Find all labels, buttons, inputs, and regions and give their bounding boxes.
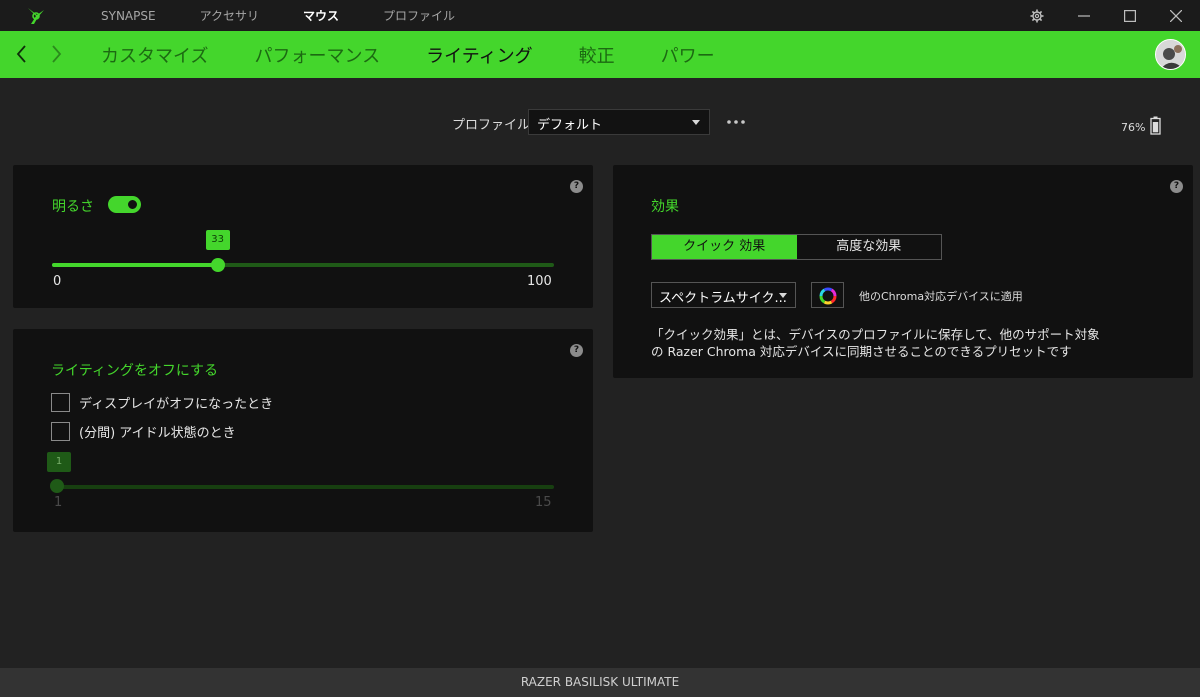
idle-option[interactable]: (分間) アイドル状態のとき bbox=[51, 421, 236, 441]
chevron-down-icon bbox=[692, 120, 700, 125]
brightness-slider-fill bbox=[52, 263, 218, 267]
profile-selected-value: デフォルト bbox=[537, 118, 603, 133]
brightness-panel: 明るさ ? 33 0 100 bbox=[13, 165, 593, 308]
topnav-synapse[interactable]: SYNAPSE bbox=[101, 9, 156, 23]
topnav-profiles[interactable]: プロファイル bbox=[383, 7, 455, 24]
razer-logo-icon[interactable] bbox=[24, 5, 48, 27]
topnav-accessories[interactable]: アクセサリ bbox=[200, 7, 259, 24]
profile-dropdown[interactable]: デフォルト bbox=[528, 109, 710, 135]
tab-customize[interactable]: カスタマイズ bbox=[101, 42, 208, 68]
back-arrow-icon[interactable] bbox=[14, 43, 28, 65]
brightness-slider-thumb[interactable] bbox=[210, 258, 225, 272]
maximize-button[interactable] bbox=[1107, 0, 1153, 31]
subnav-tabs: カスタマイズ パフォーマンス ライティング 較正 パワー bbox=[101, 31, 761, 78]
idle-slider-thumb[interactable] bbox=[50, 479, 64, 493]
effect-selected-value: スペクトラムサイク... bbox=[659, 291, 787, 306]
chroma-apply-button[interactable] bbox=[811, 282, 844, 308]
idle-min-label: 1 bbox=[54, 495, 63, 510]
profile-label: プロファイル bbox=[452, 118, 531, 133]
help-icon[interactable]: ? bbox=[570, 344, 583, 357]
brightness-max-label: 100 bbox=[527, 274, 552, 289]
tab-lighting[interactable]: ライティング bbox=[426, 42, 533, 68]
advanced-effects-tab[interactable]: 高度な効果 bbox=[796, 235, 941, 259]
brightness-title: 明るさ bbox=[52, 199, 94, 215]
display-off-label: ディスプレイがオフになったとき bbox=[79, 396, 274, 412]
maximize-icon bbox=[1124, 9, 1136, 22]
help-icon[interactable]: ? bbox=[570, 180, 583, 193]
sub-nav: カスタマイズ パフォーマンス ライティング 較正 パワー bbox=[0, 31, 1200, 78]
tab-performance[interactable]: パフォーマンス bbox=[254, 42, 380, 68]
brightness-toggle[interactable] bbox=[108, 196, 141, 213]
device-footer: RAZER BASILISK ULTIMATE bbox=[0, 668, 1200, 697]
settings-button[interactable] bbox=[1014, 0, 1060, 31]
toggle-knob bbox=[126, 198, 139, 211]
battery-percent: 76% bbox=[1121, 121, 1146, 134]
quick-effects-description: 「クイック効果」とは、デバイスのプロファイルに保存して、他のサポート対象の Ra… bbox=[651, 327, 1100, 359]
effect-dropdown[interactable]: スペクトラムサイク... bbox=[651, 282, 796, 308]
gear-icon bbox=[1030, 9, 1044, 22]
lighting-off-title: ライティングをオフにする bbox=[51, 363, 219, 379]
idle-slider-track[interactable] bbox=[52, 485, 554, 489]
effect-type-switch: クイック 効果 高度な効果 bbox=[651, 234, 942, 260]
close-button[interactable] bbox=[1153, 0, 1199, 31]
topnav-mouse[interactable]: マウス bbox=[303, 7, 339, 24]
help-icon[interactable]: ? bbox=[1170, 180, 1183, 193]
idle-value-bubble: 1 bbox=[47, 452, 71, 472]
display-off-option[interactable]: ディスプレイがオフになったとき bbox=[51, 392, 273, 412]
title-bar: SYNAPSE アクセサリ マウス プロファイル bbox=[0, 0, 1200, 31]
apply-to-chroma-devices-label: 他のChroma対応デバイスに適用 bbox=[859, 290, 1023, 303]
top-nav: SYNAPSE アクセサリ マウス プロファイル bbox=[101, 0, 499, 31]
forward-arrow-icon[interactable] bbox=[50, 43, 64, 65]
brightness-value-bubble: 33 bbox=[205, 230, 230, 250]
tab-calibration[interactable]: 較正 bbox=[579, 42, 615, 68]
idle-label: (分間) アイドル状態のとき bbox=[79, 425, 236, 441]
idle-checkbox[interactable] bbox=[51, 421, 70, 441]
idle-max-label: 15 bbox=[535, 495, 552, 510]
battery-icon bbox=[1150, 116, 1161, 135]
chevron-down-icon bbox=[779, 293, 787, 298]
minimize-button[interactable] bbox=[1061, 0, 1107, 31]
tab-power[interactable]: パワー bbox=[661, 42, 715, 68]
quick-effects-tab[interactable]: クイック 効果 bbox=[652, 235, 797, 259]
more-options-icon[interactable] bbox=[726, 112, 746, 132]
display-off-checkbox[interactable] bbox=[51, 392, 70, 412]
avatar[interactable] bbox=[1155, 39, 1186, 70]
close-icon bbox=[1170, 9, 1182, 22]
minimize-icon bbox=[1078, 14, 1090, 17]
effects-title: 効果 bbox=[651, 199, 679, 215]
chroma-wheel-icon bbox=[819, 287, 837, 305]
brightness-min-label: 0 bbox=[53, 274, 62, 289]
